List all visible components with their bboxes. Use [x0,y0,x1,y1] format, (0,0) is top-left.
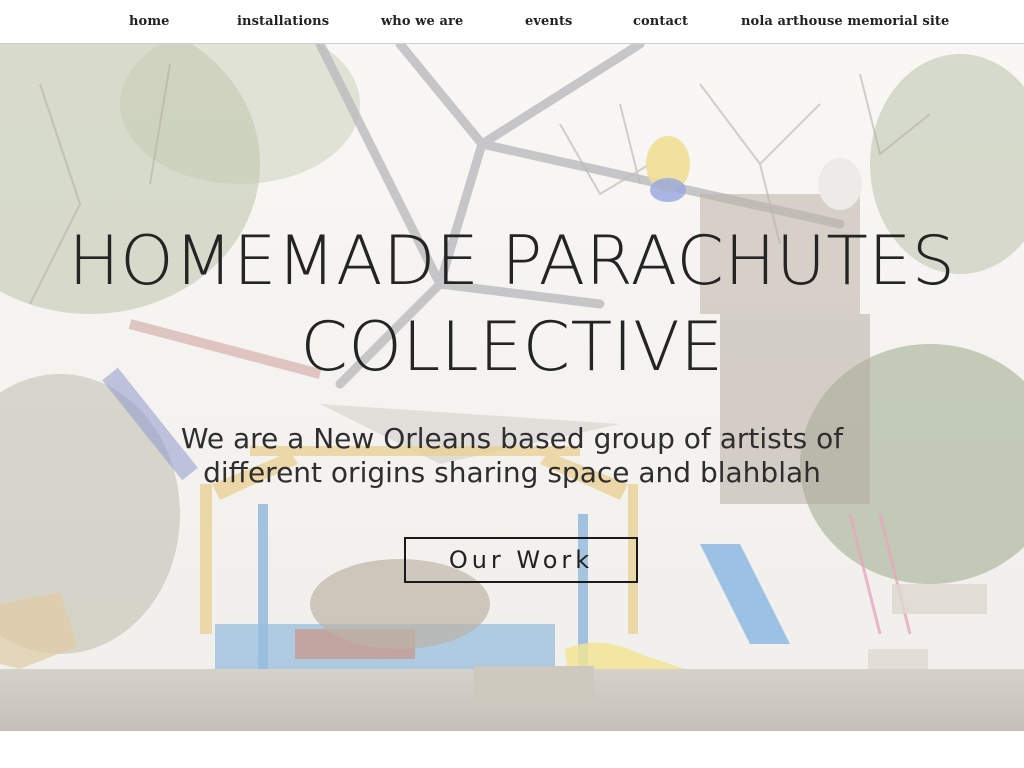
nav-contact-link[interactable]: contact [633,14,688,29]
hero-tagline-line-2: different origins sharing space and blah… [203,456,821,489]
hero-tagline-line-1: We are a New Orleans based group of arti… [180,422,844,455]
nav-installations-link[interactable]: installations [237,14,329,29]
our-work-button[interactable]: Our Work [404,537,638,583]
hero-title-line-1: HOMEMADE PARACHUTES [68,222,956,301]
nav-who-we-are-link[interactable]: who we are [381,14,463,29]
nav-memorial-site-link[interactable]: nola arthouse memorial site [741,14,949,29]
top-navigation: home installations who we are events con… [0,0,1024,44]
hero-title-line-2: COLLECTIVE [300,308,724,387]
nav-events-link[interactable]: events [525,14,572,29]
page-bottom-band [0,731,1024,768]
nav-home-link[interactable]: home [129,14,170,29]
hero-section: HOMEMADE PARACHUTES COLLECTIVE We are a … [0,44,1024,731]
